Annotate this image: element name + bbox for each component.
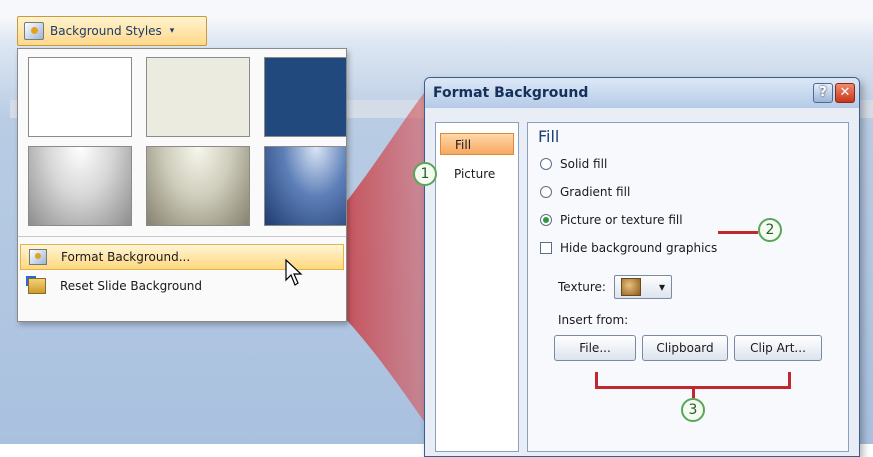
dialog-title: Format Background: [433, 85, 589, 101]
callout-line-2: [718, 231, 758, 234]
texture-swatch-icon: [620, 278, 641, 296]
style-swatch-white[interactable]: [28, 57, 132, 137]
format-background-icon: [29, 249, 47, 265]
hide-background-graphics-checkbox[interactable]: [540, 242, 552, 254]
clip-art-button[interactable]: Clip Art...: [734, 335, 822, 361]
solid-fill-radio[interactable]: [540, 158, 552, 170]
mouse-cursor-icon: [285, 258, 303, 286]
category-fill[interactable]: Fill: [440, 133, 514, 155]
fill-heading: Fill: [538, 127, 560, 146]
background-styles-icon: [24, 22, 44, 40]
callout-marker-1: 1: [413, 162, 437, 186]
picture-texture-fill-radio[interactable]: [540, 214, 552, 226]
callout-marker-2: 2: [758, 218, 782, 242]
chevron-down-icon: ▾: [658, 280, 665, 294]
dialog-body: Fill Picture Fill Solid fill Gradient fi…: [425, 108, 859, 456]
style-swatch-blue-gradient[interactable]: [264, 146, 346, 226]
insert-from-label: Insert from:: [558, 313, 629, 327]
style-swatch-tan-gradient[interactable]: [146, 146, 250, 226]
solid-fill-label: Solid fill: [560, 157, 608, 171]
help-button[interactable]: ?: [813, 83, 833, 103]
background-styles-label: Background Styles: [50, 24, 162, 38]
gradient-fill-radio[interactable]: [540, 186, 552, 198]
style-swatch-cream[interactable]: [146, 57, 250, 137]
close-button[interactable]: ✕: [835, 83, 855, 103]
dialog-titlebar[interactable]: Format Background ? ✕: [425, 78, 859, 108]
callout-bracket-right: [788, 372, 791, 388]
texture-dropdown[interactable]: ▾: [613, 275, 672, 299]
file-button[interactable]: File...: [554, 335, 636, 361]
solid-fill-option[interactable]: Solid fill: [540, 157, 607, 171]
callout-bracket-stem: [692, 386, 695, 398]
gradient-fill-option[interactable]: Gradient fill: [540, 185, 630, 199]
hide-background-graphics-option[interactable]: Hide background graphics: [540, 241, 717, 255]
hide-background-graphics-label: Hide background graphics: [560, 241, 718, 255]
menu-divider: [18, 236, 346, 237]
picture-texture-fill-option[interactable]: Picture or texture fill: [540, 213, 683, 227]
texture-row: Texture: ▾: [558, 275, 672, 299]
clipboard-button[interactable]: Clipboard: [642, 335, 728, 361]
style-swatch-navy[interactable]: [264, 57, 346, 137]
chevron-down-icon: ▾: [169, 26, 175, 36]
background-styles-button[interactable]: Background Styles ▾: [17, 16, 207, 46]
format-background-dialog: Format Background ? ✕ Fill Picture Fill …: [424, 77, 860, 457]
menu-item-label: Format Background...: [61, 250, 191, 264]
category-picture[interactable]: Picture: [440, 163, 514, 185]
menu-item-label: Reset Slide Background: [60, 279, 203, 293]
picture-texture-fill-label: Picture or texture fill: [560, 213, 683, 227]
reset-background-icon: [26, 276, 46, 294]
callout-marker-3: 3: [681, 398, 705, 422]
texture-label: Texture:: [558, 280, 606, 294]
gradient-fill-label: Gradient fill: [560, 185, 631, 199]
category-list: Fill Picture: [435, 122, 519, 452]
style-swatch-gray-gradient[interactable]: [28, 146, 132, 226]
